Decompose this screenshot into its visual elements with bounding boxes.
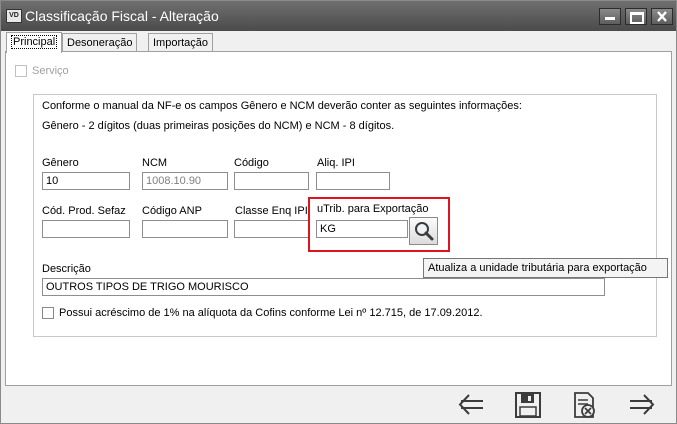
tab-desoneracao[interactable]: Desoneração xyxy=(62,33,138,52)
codigo-anp-field[interactable] xyxy=(142,220,228,238)
ncm-label: NCM xyxy=(142,157,168,169)
utrib-highlight-box xyxy=(308,197,450,252)
window: VD Classificação Fiscal - Alteração Prin… xyxy=(0,0,677,424)
descricao-label: Descrição xyxy=(42,263,91,275)
descricao-field[interactable]: OUTROS TIPOS DE TRIGO MOURISCO xyxy=(42,278,605,296)
minimize-icon xyxy=(605,17,615,20)
cofins-checkbox-box[interactable] xyxy=(42,307,54,320)
tab-principal[interactable]: Principal xyxy=(6,32,63,53)
back-button[interactable] xyxy=(456,390,488,420)
close-icon xyxy=(657,11,667,22)
servico-checkbox[interactable]: Serviço xyxy=(15,65,69,78)
aliq-ipi-field[interactable] xyxy=(316,172,390,190)
arrow-left-icon xyxy=(458,394,483,415)
maximize-button[interactable] xyxy=(625,8,647,25)
genero-field[interactable]: 10 xyxy=(42,172,130,190)
cofins-checkbox[interactable]: Possui acréscimo de 1% na alíquota da Co… xyxy=(42,307,483,320)
cod-prod-sefaz-field[interactable] xyxy=(42,220,130,238)
tab-importacao[interactable]: Importação xyxy=(148,33,214,52)
close-button[interactable] xyxy=(651,8,673,25)
maximize-icon xyxy=(630,12,644,24)
codigo-label: Código xyxy=(234,157,269,169)
info-line-2: Gênero - 2 dígitos (duas primeiras posiç… xyxy=(42,120,395,132)
title-bar[interactable]: VD Classificação Fiscal - Alteração xyxy=(1,1,676,31)
app-icon: VD xyxy=(6,9,22,23)
servico-label: Serviço xyxy=(32,65,69,77)
aliq-ipi-label: Aliq. IPI xyxy=(317,157,355,169)
genero-label: Gênero xyxy=(42,157,79,169)
ncm-field[interactable]: 1008.10.90 xyxy=(142,172,228,190)
floppy-disk-icon xyxy=(515,392,541,418)
minimize-button[interactable] xyxy=(599,8,621,25)
info-line-1: Conforme o manual da NF-e os campos Gêne… xyxy=(42,100,522,112)
document-cancel-icon xyxy=(574,392,595,418)
tooltip: Atualiza a unidade tributária para expor… xyxy=(423,258,668,278)
codigo-field[interactable] xyxy=(234,172,309,190)
window-title: Classificação Fiscal - Alteração xyxy=(25,8,219,24)
classe-enq-ipi-label: Classe Enq IPI xyxy=(235,205,308,217)
cancel-document-button[interactable] xyxy=(568,390,600,420)
servico-checkbox-box[interactable] xyxy=(15,65,27,78)
cofins-label: Possui acréscimo de 1% na alíquota da Co… xyxy=(59,307,483,319)
cod-prod-sefaz-label: Cód. Prod. Sefaz xyxy=(42,205,126,217)
codigo-anp-label: Código ANP xyxy=(142,205,202,217)
classe-enq-ipi-field[interactable] xyxy=(234,220,309,238)
save-button[interactable] xyxy=(512,390,544,420)
tab-principal-label: Principal xyxy=(11,35,58,49)
forward-button[interactable] xyxy=(626,390,658,420)
arrow-right-icon xyxy=(630,394,655,415)
